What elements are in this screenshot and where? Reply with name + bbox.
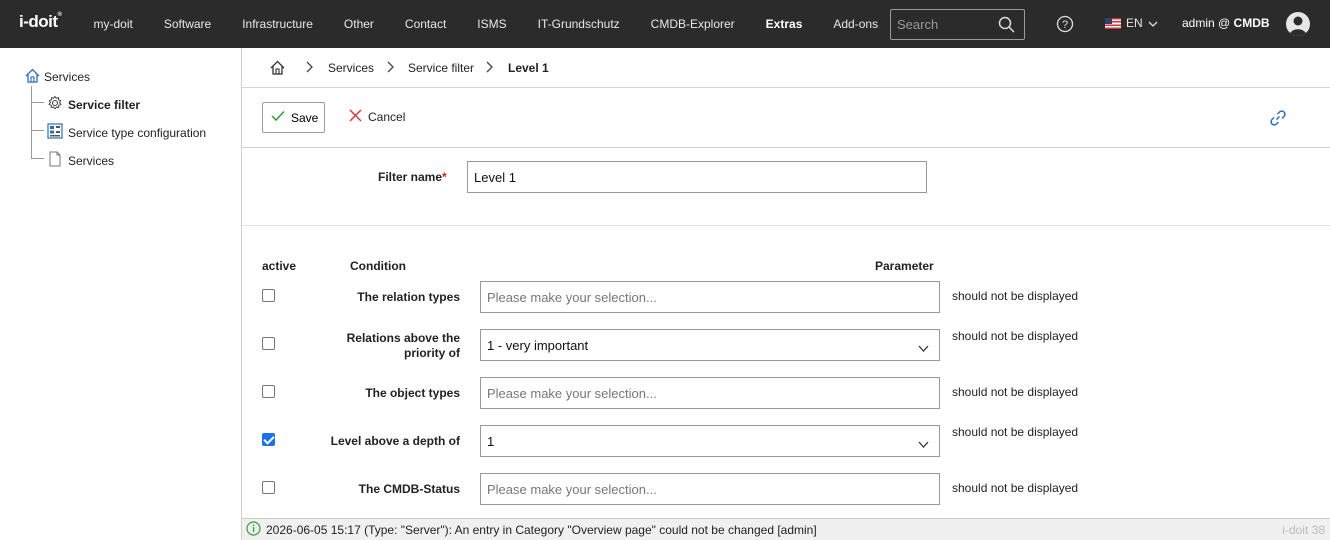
parameter-text: should not be displayed [952, 481, 1079, 495]
cancel-button[interactable]: Cancel [349, 109, 405, 125]
cmdb-status-select[interactable]: Please make your selection... [480, 473, 940, 505]
condition-label: The CMDB-Status [358, 482, 460, 496]
close-icon [349, 109, 362, 125]
chevron-down-icon [1148, 16, 1158, 30]
checkmark-icon [271, 110, 285, 125]
us-flag-icon [1105, 17, 1121, 29]
avatar[interactable] [1286, 12, 1310, 36]
filter-name-row: Filter name* [242, 148, 1330, 226]
tree-connector [31, 86, 32, 159]
priority-dropdown[interactable]: 1 - very important [480, 329, 940, 361]
home-icon[interactable] [270, 60, 285, 78]
document-icon [47, 151, 63, 170]
condition-label: The relation types [357, 290, 460, 304]
nav-item-contact[interactable]: Contact [389, 17, 461, 31]
home-icon [25, 68, 40, 86]
chevron-right-icon [485, 61, 493, 76]
search-input[interactable] [897, 17, 992, 32]
search-box [890, 9, 1025, 40]
filter-name-label: Filter name* [378, 170, 447, 184]
app-logo[interactable]: i-doit® [19, 12, 62, 32]
nav-item-infrastructure[interactable]: Infrastructure [227, 17, 329, 31]
tree-connector [31, 102, 44, 103]
column-header-parameter: Parameter [875, 259, 934, 273]
version-label: i-doit 38 [1282, 523, 1325, 537]
sidebar-item-service-filter[interactable]: Service filter [47, 95, 140, 114]
tree-connector [31, 158, 44, 159]
nav-item-it-grundschutz[interactable]: IT-Grundschutz [522, 17, 635, 31]
help-icon[interactable]: ? [1056, 15, 1074, 36]
nav-item-extras[interactable]: Extras [750, 17, 818, 31]
condition-label: Relations above the priority of [346, 331, 460, 360]
breadcrumb: Services Service filter Level 1 [242, 48, 1330, 88]
parameter-text: should not be displayed [952, 329, 1079, 343]
sidebar-item-label: Service filter [68, 97, 141, 112]
main-nav: my-doit Software Infrastructure Other Co… [78, 0, 894, 48]
breadcrumb-item[interactable]: Service filter [408, 61, 474, 75]
svg-text:?: ? [1062, 19, 1068, 31]
config-icon [47, 123, 63, 142]
top-navigation-bar: i-doit® my-doit Software Infrastructure … [0, 0, 1330, 48]
depth-dropdown[interactable]: 1 [480, 425, 940, 457]
parameter-text: should not be displayed [952, 425, 1079, 439]
parameter-text: should not be displayed [952, 385, 1079, 399]
action-toolbar: Save Cancel [242, 88, 1330, 148]
tree-connector [31, 130, 44, 131]
gear-icon [47, 95, 63, 114]
tenant-name: CMDB [1233, 16, 1270, 30]
sidebar-item-label: Service type configuration [68, 125, 207, 140]
tree-root-label: Services [44, 70, 91, 84]
sidebar-item-services[interactable]: Services [47, 151, 114, 170]
nav-item-add-ons[interactable]: Add-ons [818, 17, 894, 31]
condition-label: The object types [365, 386, 460, 400]
chevron-right-icon [305, 61, 313, 76]
user-menu[interactable]: admin @ CMDB [1182, 16, 1270, 30]
nav-item-software[interactable]: Software [148, 17, 226, 31]
chevron-down-icon [918, 340, 929, 355]
relation-types-select[interactable]: Please make your selection... [480, 281, 940, 313]
cancel-label: Cancel [368, 110, 406, 124]
save-label: Save [291, 110, 319, 125]
sidebar-item-service-type-configuration[interactable]: Service type configuration [47, 123, 206, 142]
nav-item-my-doit[interactable]: my-doit [78, 17, 148, 31]
nav-item-cmdb-explorer[interactable]: CMDB-Explorer [635, 17, 750, 31]
link-icon[interactable] [1269, 109, 1287, 130]
breadcrumb-item[interactable]: Services [328, 61, 374, 75]
sidebar: Services Service filter Service type con… [0, 48, 242, 540]
search-icon[interactable] [998, 16, 1015, 36]
nav-item-other[interactable]: Other [328, 17, 389, 31]
chevron-right-icon [386, 61, 394, 76]
nav-item-isms[interactable]: ISMS [462, 17, 522, 31]
tree-root-services[interactable]: Services [25, 68, 90, 86]
info-icon [246, 520, 261, 539]
save-button[interactable]: Save [262, 102, 325, 133]
parameter-text: should not be displayed [952, 289, 1079, 303]
column-header-condition: Condition [350, 259, 406, 273]
object-types-select[interactable]: Please make your selection... [480, 377, 940, 409]
user-name: admin @ [1182, 16, 1231, 30]
status-message: 2026-06-05 15:17 (Type: "Server"): An en… [266, 522, 817, 537]
sidebar-item-label: Services [68, 153, 115, 168]
status-bar: 2026-06-05 15:17 (Type: "Server"): An en… [242, 518, 1330, 540]
language-selector[interactable]: EN [1105, 16, 1158, 30]
filter-name-input[interactable] [467, 161, 927, 193]
column-header-active: active [262, 259, 297, 273]
breadcrumb-current: Level 1 [508, 61, 549, 75]
chevron-down-icon [918, 436, 929, 451]
condition-label: Level above a depth of [330, 434, 460, 448]
language-code: EN [1126, 16, 1143, 30]
